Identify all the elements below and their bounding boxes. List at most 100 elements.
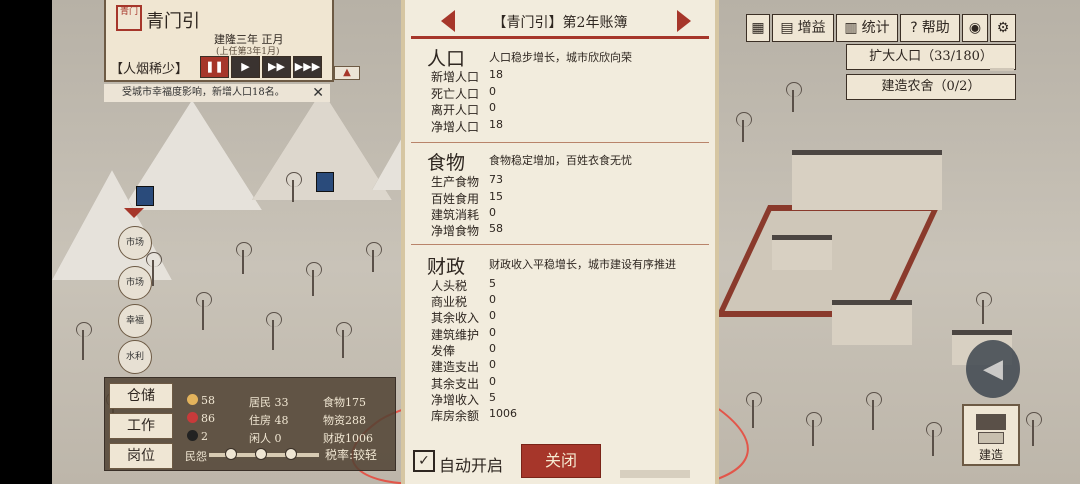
house-base-icon xyxy=(978,432,1004,444)
tree xyxy=(736,112,752,142)
ledger-header: 【青门引】第2年账簿 xyxy=(405,0,715,40)
collapse-arrow-icon[interactable]: ▲ xyxy=(334,66,360,80)
slider-knob[interactable] xyxy=(255,448,267,460)
food-stat: 食物175 xyxy=(323,396,366,409)
tree xyxy=(806,412,822,446)
ledger-row: 人头税 5 xyxy=(431,277,496,293)
question-icon: ? xyxy=(910,20,918,36)
city-building xyxy=(792,150,942,210)
city-seal: 青门 xyxy=(116,5,142,31)
left-arrow-button[interactable]: ◀ xyxy=(966,340,1020,398)
water-icon[interactable]: 水利 xyxy=(118,340,152,374)
city-building xyxy=(772,235,832,270)
ledger-row: 建筑消耗 0 xyxy=(431,206,496,222)
ledger-row: 其余收入 0 xyxy=(431,309,496,325)
food-section-title: 食物 xyxy=(427,152,466,174)
chevron-down-icon[interactable] xyxy=(124,208,144,218)
work-button[interactable]: 工作 xyxy=(109,413,173,439)
map-marker-icon[interactable] xyxy=(136,186,154,206)
pause-button[interactable]: ❚❚ xyxy=(200,56,229,78)
close-icon[interactable]: ✕ xyxy=(312,84,324,102)
gear-icon[interactable]: ⚙ xyxy=(990,14,1016,42)
scroll-indicator xyxy=(990,68,1014,71)
smile-icon xyxy=(187,394,198,405)
idle-stat: 闲人 0 xyxy=(249,432,282,445)
auto-open-checkbox[interactable]: ✓ xyxy=(413,450,435,472)
storage-button[interactable]: 仓储 xyxy=(109,383,173,409)
scroll-indicator xyxy=(620,470,690,478)
ledger-row: 生产食物 73 xyxy=(431,173,503,189)
population-status-tag: 【人烟稀少】 xyxy=(110,62,189,77)
ledger-row: 建筑维护 0 xyxy=(431,326,496,342)
happiness-icon[interactable]: 幸福 xyxy=(118,304,152,338)
food-desc: 食物稳定增加，百姓衣食无忧 xyxy=(489,154,632,167)
fast-forward-button[interactable]: ▶▶ xyxy=(262,56,291,78)
ledger-row: 库房余额 1006 xyxy=(431,407,517,423)
tax-rate[interactable]: 税率:较轻 xyxy=(325,446,377,463)
tree xyxy=(76,322,92,360)
housing-stat: 住房 48 xyxy=(249,414,289,427)
tree xyxy=(286,172,302,202)
tree xyxy=(336,322,352,358)
jobs-button[interactable]: 岗位 xyxy=(109,443,173,469)
fastest-button[interactable]: ▶▶▶ xyxy=(293,56,322,78)
ledger-row: 死亡人口 0 xyxy=(431,85,496,101)
section-divider xyxy=(411,244,709,245)
map-marker-icon[interactable] xyxy=(316,172,334,192)
ledger-row: 净增收入 5 xyxy=(431,391,496,407)
residents-stat: 居民 33 xyxy=(249,396,289,409)
book-icon[interactable]: ▦ xyxy=(746,14,770,42)
tree xyxy=(196,292,212,330)
ledger-row: 建造支出 0 xyxy=(431,358,496,374)
tree xyxy=(1026,412,1042,446)
folk-label: 民怨 xyxy=(185,450,207,463)
population-section-title: 人口 xyxy=(427,48,466,70)
tree xyxy=(976,292,992,324)
city-building xyxy=(832,300,912,345)
eye-icon[interactable]: ◉ xyxy=(962,14,988,42)
tree xyxy=(746,392,762,428)
heart-stat: 86 xyxy=(187,412,215,425)
ledger-row: 商业税 0 xyxy=(431,293,496,309)
population-desc: 人口稳步增长，城市欣欣向荣 xyxy=(489,51,632,64)
notice-text: 受城市幸福度影响，新增人口18名。 xyxy=(122,87,285,98)
expand-population-button[interactable]: 扩大人口（33/180） xyxy=(846,44,1016,70)
hat-stat: 2 xyxy=(187,430,208,443)
tree xyxy=(236,242,252,274)
hat-icon xyxy=(187,430,198,441)
house-icon xyxy=(976,414,1006,430)
close-button[interactable]: 关闭 xyxy=(521,444,601,478)
tree xyxy=(366,242,382,272)
play-button[interactable]: ▶ xyxy=(231,56,260,78)
ledger-title: 【青门引】第2年账簿 xyxy=(492,15,628,31)
bar-chart-icon: ▥ xyxy=(844,20,858,36)
finance-section-title: 财政 xyxy=(427,256,466,278)
city-stats-panel: 仓储 工作 岗位 58 86 2 居民 33 住房 48 闲人 0 食物175 … xyxy=(104,377,396,471)
tree xyxy=(146,252,162,286)
ledger-row: 净增食物 58 xyxy=(431,222,503,238)
build-button[interactable]: 建造 xyxy=(962,404,1020,466)
slider-knob[interactable] xyxy=(225,448,237,460)
build-granary-button[interactable]: 建造农舍（0/2） xyxy=(846,74,1016,100)
help-button[interactable]: ? 帮助 xyxy=(900,14,960,42)
ledger-row: 发俸 0 xyxy=(431,342,496,358)
gain-button[interactable]: ▤ 增益 xyxy=(772,14,834,42)
tree xyxy=(786,82,802,112)
ledger-row: 净增人口 18 xyxy=(431,118,503,134)
next-year-arrow-icon[interactable] xyxy=(677,10,691,32)
chart-icon: ▤ xyxy=(780,20,794,36)
finance-stat: 财政1006 xyxy=(323,432,373,445)
market-icon[interactable]: 市场 xyxy=(118,226,152,260)
ledger-row: 离开人口 0 xyxy=(431,101,496,117)
shop-icon[interactable]: 市场 xyxy=(118,266,152,300)
tree xyxy=(266,312,282,350)
tree xyxy=(306,262,322,296)
ledger-row: 其余支出 0 xyxy=(431,375,496,391)
ledger-row: 新增人口 18 xyxy=(431,68,503,84)
event-notice: 受城市幸福度影响，新增人口18名。 ✕ xyxy=(104,84,330,102)
slider-knob[interactable] xyxy=(285,448,297,460)
section-divider xyxy=(411,142,709,143)
tree xyxy=(866,392,882,430)
auto-open-label[interactable]: 自动开启 xyxy=(439,452,503,476)
stats-button[interactable]: ▥ 统计 xyxy=(836,14,898,42)
